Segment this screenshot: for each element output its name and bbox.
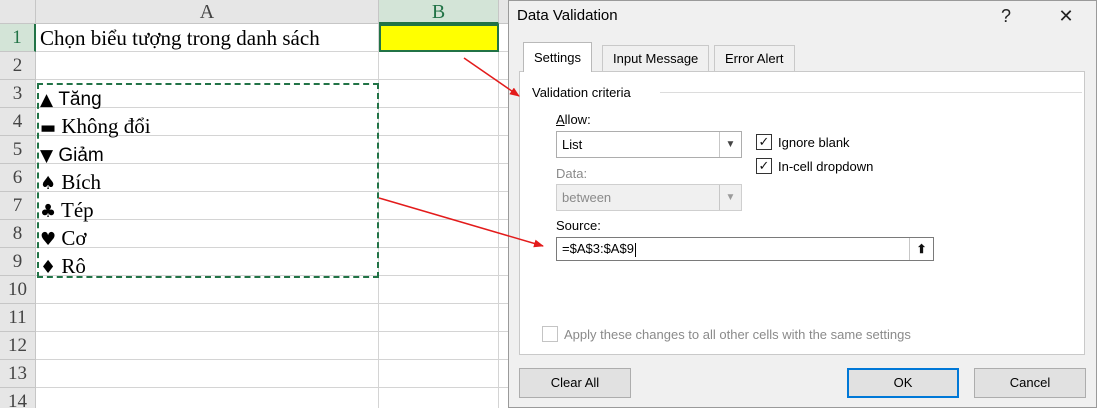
gridline [36, 303, 520, 304]
group-divider [660, 92, 1082, 93]
row-header-14[interactable]: 14 [0, 388, 36, 408]
tab-settings[interactable]: Settings [523, 42, 592, 72]
group-title: Validation criteria [532, 85, 637, 100]
apply-all-checkbox [542, 326, 558, 342]
column-header-a[interactable]: A [36, 0, 379, 24]
data-select: between ▼ [556, 184, 742, 211]
clear-all-button[interactable]: Clear All [519, 368, 631, 398]
row-header-1[interactable]: 1 [0, 24, 36, 52]
gridline [36, 79, 520, 80]
close-button[interactable]: ✕ [1049, 3, 1083, 29]
collapse-dialog-icon[interactable]: ⬆ [909, 238, 933, 260]
data-validation-dialog: Data Validation ? ✕ Settings Input Messa… [508, 0, 1097, 408]
spreadsheet: A B 1 2 3 4 5 6 7 8 9 10 11 12 13 14 Chọ… [0, 0, 520, 408]
ignore-blank-label[interactable]: Ignore blank [778, 135, 850, 150]
chevron-down-icon[interactable]: ▼ [719, 132, 741, 157]
cell-a1[interactable]: Chọn biểu tượng trong danh sách [40, 24, 320, 52]
ignore-blank-checkbox[interactable]: ✓ [756, 134, 772, 150]
settings-panel: Validation criteria Allow: List ▼ ✓ Igno… [519, 71, 1085, 355]
row-header-3[interactable]: 3 [0, 80, 36, 108]
select-all-corner[interactable] [0, 0, 36, 24]
gridline [36, 387, 520, 388]
check-icon: ✓ [758, 158, 770, 173]
source-input[interactable]: =$A$3:$A$9 ⬆ [556, 237, 934, 261]
allow-label: Allow: [556, 112, 591, 127]
check-icon: ✓ [758, 134, 770, 149]
row-header-5[interactable]: 5 [0, 136, 36, 164]
chevron-down-icon: ▼ [719, 185, 741, 210]
copy-marquee-range [37, 83, 379, 278]
allow-label-rest: llow: [564, 112, 591, 127]
row-header-2[interactable]: 2 [0, 52, 36, 80]
gridline [36, 359, 520, 360]
source-label: Source: [556, 218, 601, 233]
dialog-title: Data Validation [517, 7, 618, 24]
text-caret [634, 242, 636, 257]
ok-button[interactable]: OK [847, 368, 959, 398]
row-header-13[interactable]: 13 [0, 360, 36, 388]
row-header-10[interactable]: 10 [0, 276, 36, 304]
row-header-7[interactable]: 7 [0, 192, 36, 220]
data-label: Data: [556, 166, 588, 181]
tab-error-alert[interactable]: Error Alert [714, 45, 795, 71]
allow-value: List [562, 137, 583, 152]
allow-select[interactable]: List ▼ [556, 131, 742, 158]
tab-input-message[interactable]: Input Message [602, 45, 710, 71]
cancel-button[interactable]: Cancel [974, 368, 1086, 398]
row-header-11[interactable]: 11 [0, 304, 36, 332]
row-header-4[interactable]: 4 [0, 108, 36, 136]
in-cell-dropdown-checkbox[interactable]: ✓ [756, 158, 772, 174]
column-header-b[interactable]: B [379, 0, 499, 24]
apply-all-label: Apply these changes to all other cells w… [564, 327, 911, 342]
help-button[interactable]: ? [989, 3, 1023, 29]
data-value: between [562, 190, 612, 205]
source-value: =$A$3:$A$9 [562, 241, 636, 257]
row-header-8[interactable]: 8 [0, 220, 36, 248]
row-header-9[interactable]: 9 [0, 248, 36, 276]
row-header-12[interactable]: 12 [0, 332, 36, 360]
gridline [498, 24, 499, 408]
cell-b1-selected[interactable] [379, 24, 499, 52]
row-header-6[interactable]: 6 [0, 164, 36, 192]
gridline [36, 331, 520, 332]
in-cell-dropdown-label[interactable]: In-cell dropdown [778, 159, 873, 174]
